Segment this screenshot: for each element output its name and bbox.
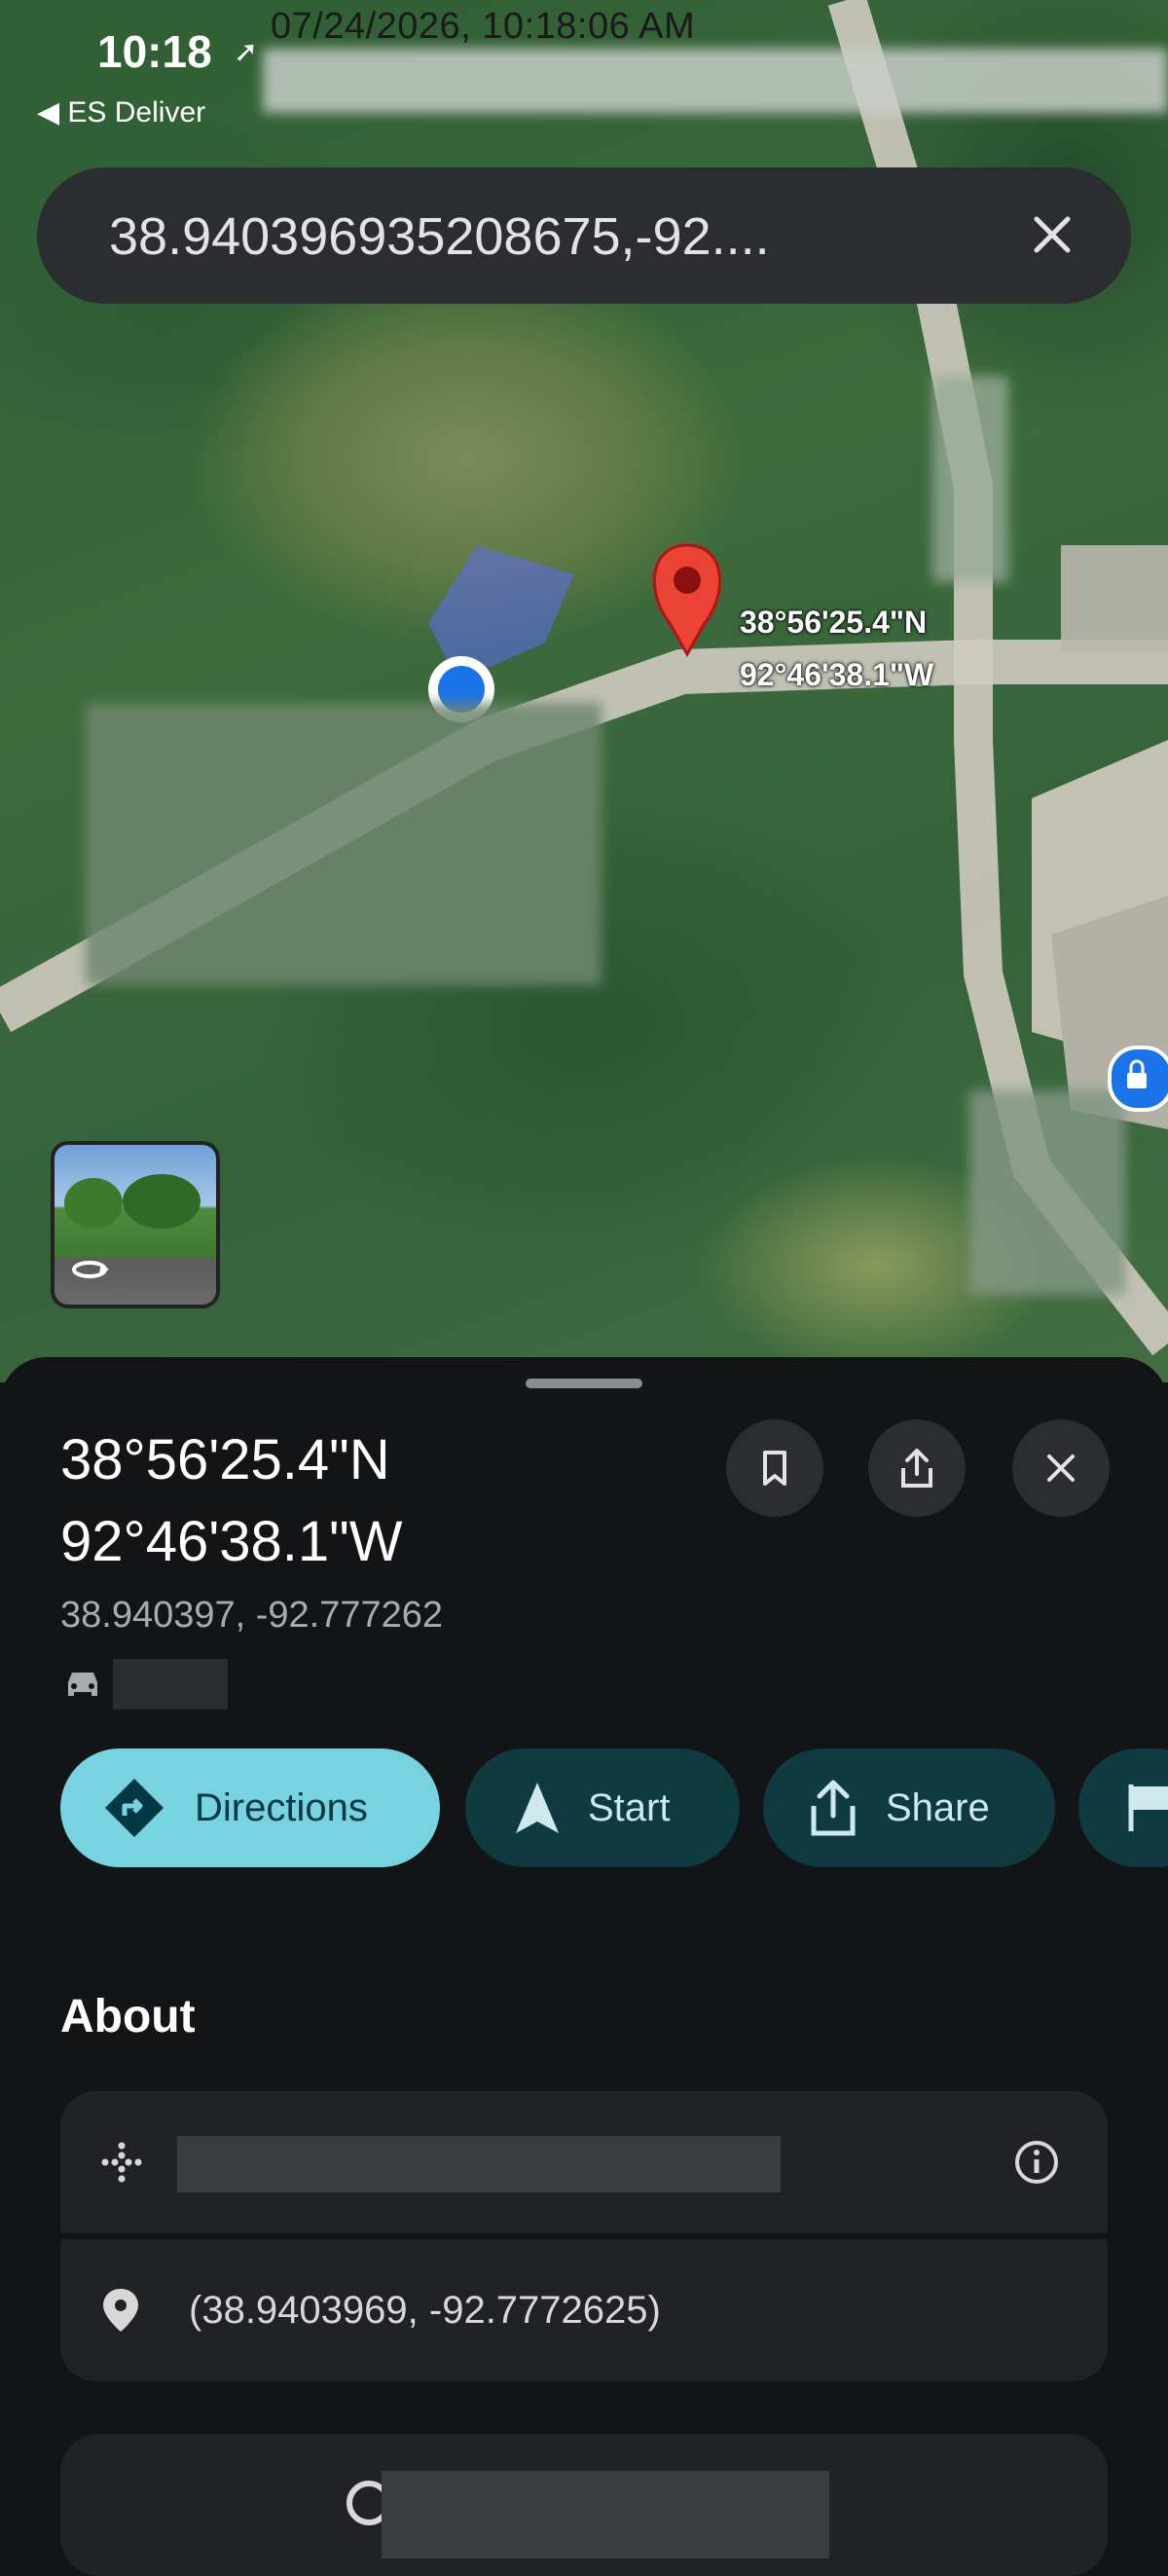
share-icon-button[interactable] <box>868 1419 966 1517</box>
redacted-address <box>382 2471 829 2558</box>
plus-code-icon <box>101 2142 142 2183</box>
coordinates-row[interactable]: (38.9403969, -92.7772625) <box>60 2239 1108 2381</box>
street-view-icon <box>72 1261 109 1278</box>
screenshot-timestamp: 07/24/2026, 10:18:06 AM <box>271 6 696 47</box>
place-title-lat: 38°56'25.4"N <box>60 1428 390 1491</box>
pin-label-lat: 38°56'25.4"N <box>740 605 928 640</box>
more-actions-chip[interactable] <box>1078 1748 1168 1867</box>
redacted-plus-code <box>177 2136 781 2192</box>
place-title-lng: 92°46'38.1"W <box>60 1510 403 1573</box>
directions-icon <box>105 1779 164 1837</box>
clear-search-button[interactable] <box>1008 191 1096 278</box>
close-icon <box>1034 216 1071 253</box>
place-details-sheet: 38°56'25.4"N 92°46'38.1"W 38.940397, -92… <box>0 1357 1168 2576</box>
status-time: 10:18 <box>97 26 212 77</box>
pin-coordinate-label: 38°56'25.4"N 92°46'38.1"W <box>740 596 933 701</box>
search-bar[interactable]: 38.940396935208675,-92.... <box>37 167 1131 304</box>
redacted-region <box>86 703 602 985</box>
pin-label-lng: 92°46'38.1"W <box>740 657 934 692</box>
plus-code-row[interactable] <box>60 2091 1108 2233</box>
share-button[interactable]: Share <box>763 1748 1055 1867</box>
redacted-region <box>969 1090 1125 1295</box>
redacted-drive-time <box>113 1659 228 1710</box>
sheet-drag-handle[interactable] <box>526 1379 642 1388</box>
share-icon <box>901 1449 932 1488</box>
start-button[interactable]: Start <box>465 1748 740 1867</box>
location-pin-icon <box>103 2289 138 2332</box>
decimal-coordinates: 38.940397, -92.777262 <box>60 1595 444 1636</box>
flag-icon <box>1128 1785 1168 1831</box>
location-pin-marker <box>652 543 722 658</box>
share-icon <box>811 1780 856 1836</box>
status-bar: 10:18 ➚ 07/24/2026, 10:18:06 AM ◀ ES Del… <box>0 0 1168 146</box>
close-sheet-button[interactable] <box>1012 1419 1110 1517</box>
place-title: 38°56'25.4"N 92°46'38.1"W <box>60 1419 403 1583</box>
start-label: Start <box>588 1785 671 1829</box>
car-icon <box>68 1673 97 1696</box>
directions-label: Directions <box>195 1785 368 1829</box>
close-icon <box>1047 1454 1075 1482</box>
navigation-arrow-icon <box>516 1783 559 1833</box>
redacted-region <box>932 376 1008 582</box>
location-services-icon: ➚ <box>234 36 259 68</box>
info-icon[interactable] <box>1012 2138 1061 2187</box>
additional-info-row[interactable] <box>60 2434 1108 2576</box>
lock-icon[interactable] <box>1108 1046 1168 1112</box>
street-view-thumbnail[interactable] <box>51 1141 220 1308</box>
search-query[interactable]: 38.940396935208675,-92.... <box>109 206 770 267</box>
bookmark-icon <box>763 1451 786 1486</box>
coordinates-text[interactable]: (38.9403969, -92.7772625) <box>189 2289 661 2333</box>
about-heading: About <box>60 1991 196 2042</box>
back-to-app-link[interactable]: ◀ ES Deliver <box>37 95 205 129</box>
save-button[interactable] <box>726 1419 823 1517</box>
share-label: Share <box>886 1785 990 1829</box>
directions-button[interactable]: Directions <box>60 1748 440 1867</box>
